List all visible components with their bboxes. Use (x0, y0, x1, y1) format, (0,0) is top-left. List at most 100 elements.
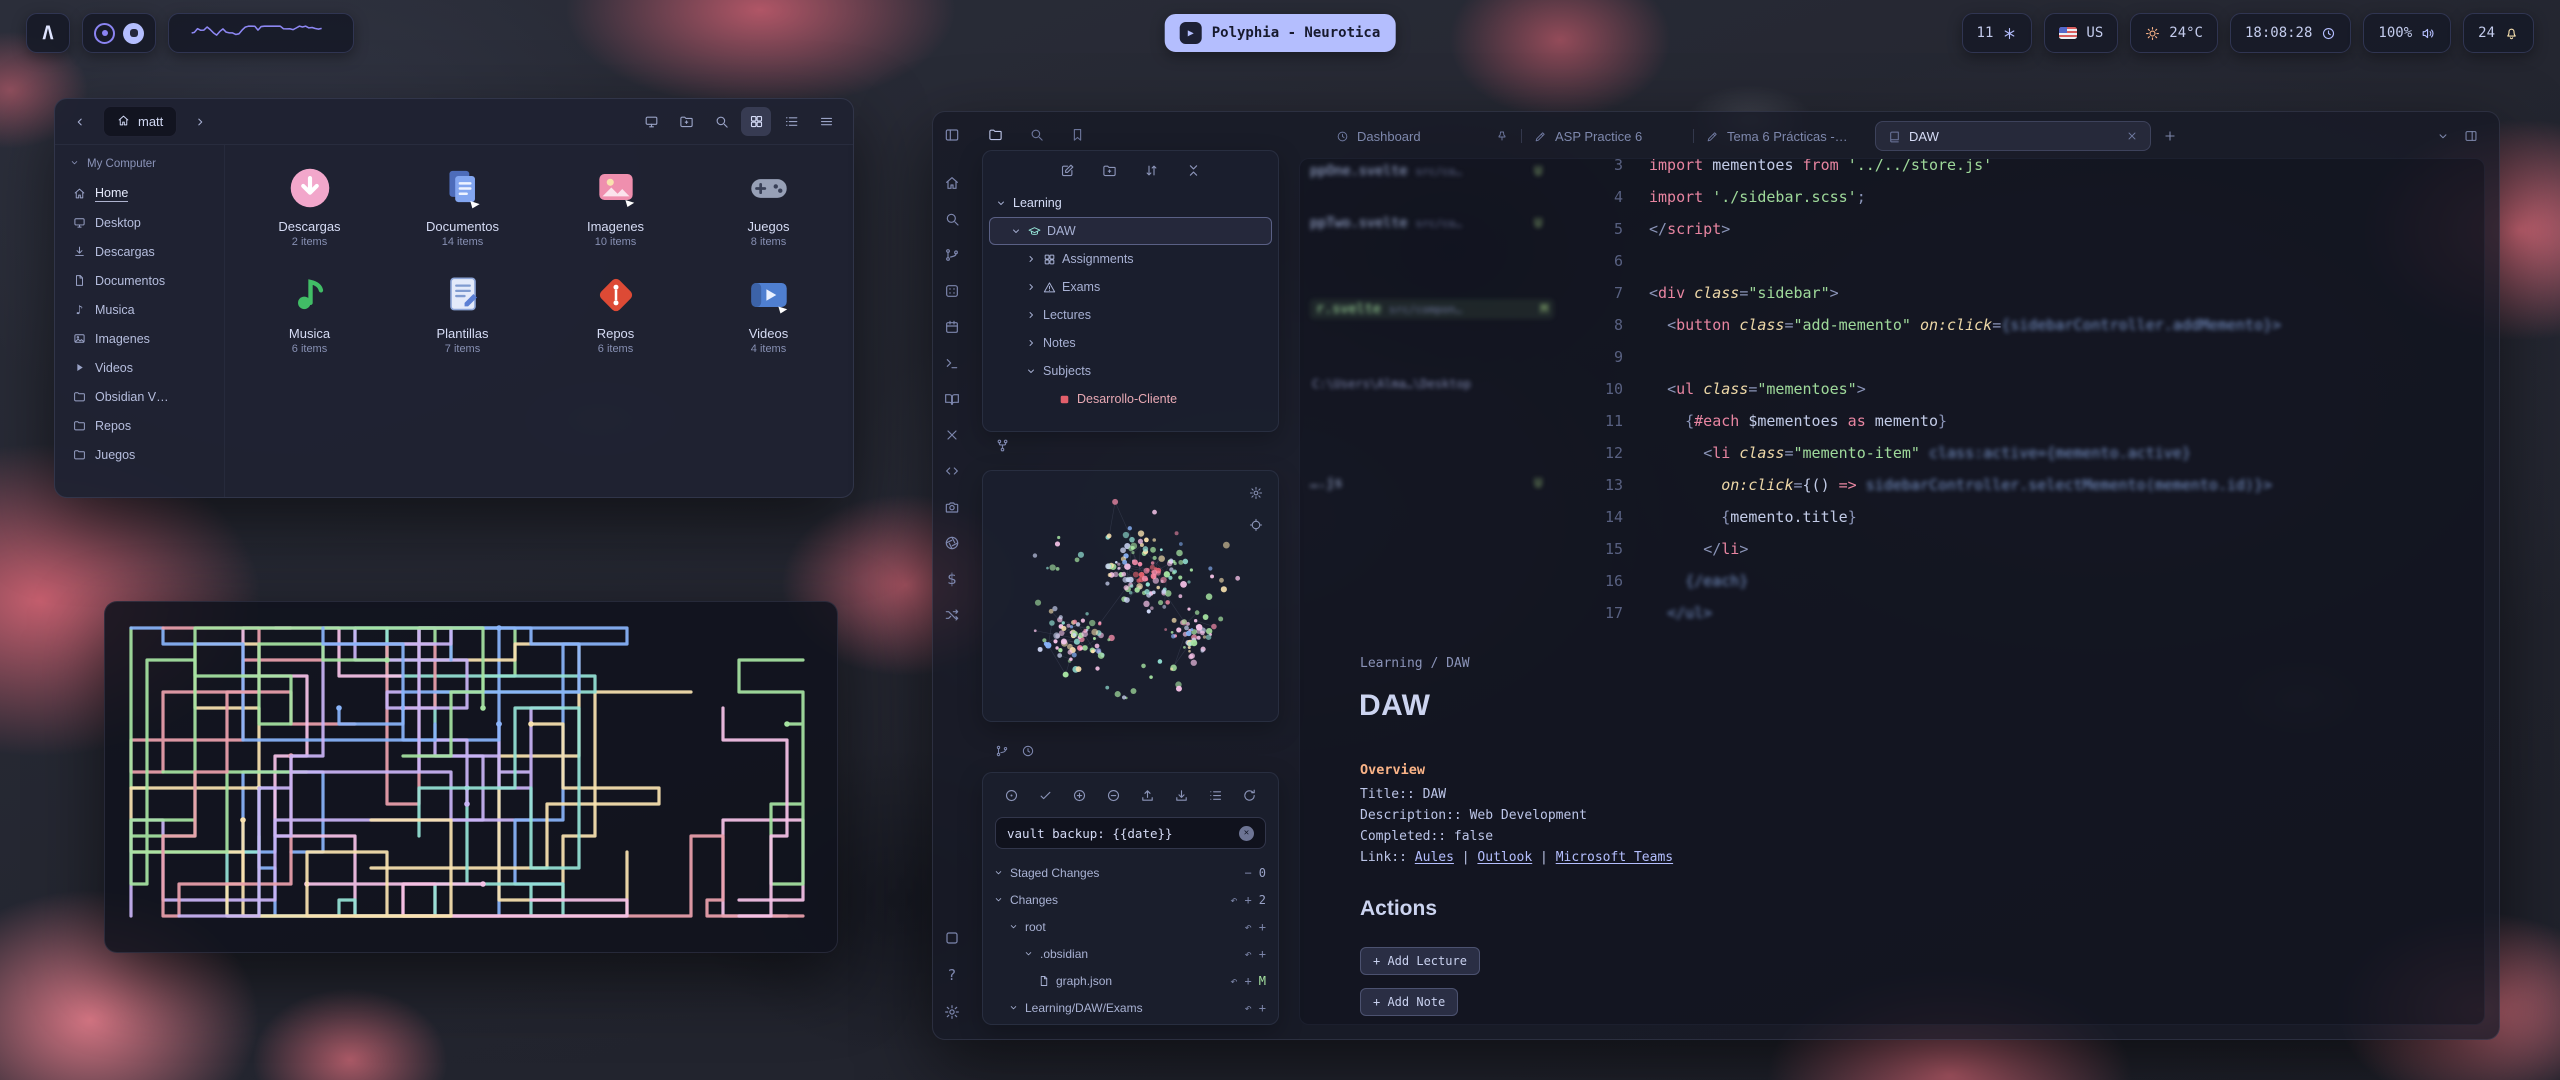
folder-videos[interactable]: Videos4 items (692, 270, 845, 355)
graph-view-canvas[interactable] (983, 471, 1278, 721)
new-folder-button[interactable] (671, 107, 701, 136)
graph-pane-tab[interactable] (995, 438, 1010, 453)
graph-view-panel[interactable] (982, 470, 1279, 722)
link-microsoft-teams[interactable]: Microsoft Teams (1556, 850, 1673, 865)
discard-button[interactable]: ↶ (1245, 920, 1252, 934)
weather-module[interactable]: 24°C (2130, 13, 2218, 53)
ribbon-box-button[interactable] (940, 927, 964, 949)
tab-list-button[interactable] (2429, 122, 2457, 150)
add-note-button[interactable]: + Add Note (1360, 988, 1458, 1016)
stage-button[interactable]: + (1245, 893, 1252, 907)
git-item-learning-daw-exams[interactable]: Learning/DAW/Exams↶+ (983, 994, 1278, 1021)
tab-tema-6-pr-cticas[interactable]: Tema 6 Prácticas -… (1693, 121, 1875, 151)
search-pane-tab[interactable] (1024, 122, 1048, 146)
tree-item-subjects[interactable]: Subjects (989, 357, 1272, 385)
discard-button[interactable]: ↶ (1230, 974, 1237, 988)
folder-musica[interactable]: Musica6 items (233, 270, 386, 355)
ribbon-code-button[interactable] (940, 460, 964, 482)
graph-settings-button[interactable] (1246, 483, 1266, 503)
discard-button[interactable]: ↶ (1245, 1001, 1252, 1015)
git-item-obsidian[interactable]: .obsidian↶+ (983, 940, 1278, 967)
push-button[interactable] (1137, 784, 1159, 806)
workspace-indicators[interactable] (82, 13, 156, 53)
git-fork-icon[interactable] (995, 438, 1010, 453)
sidebar-item-juegos[interactable]: Juegos (67, 440, 214, 469)
stage-button[interactable]: + (1245, 974, 1252, 988)
clock-module[interactable]: 18:08:28 (2230, 13, 2351, 53)
sidebar-item-videos[interactable]: Videos (67, 353, 214, 382)
split-editor-button[interactable] (2457, 122, 2485, 150)
back-button[interactable] (67, 109, 93, 135)
ribbon-aperture-button[interactable] (940, 532, 964, 554)
change-list-button[interactable] (1205, 784, 1227, 806)
keyboard-layout-module[interactable]: US (2044, 13, 2118, 53)
ribbon-shuffle-button[interactable] (940, 604, 964, 626)
tree-item-learning[interactable]: Learning (989, 189, 1272, 217)
sidebar-item-obsidian-v[interactable]: Obsidian V… (67, 382, 214, 411)
sidebar-item-descargas[interactable]: Descargas (67, 237, 214, 266)
stage-all-button[interactable] (1069, 784, 1091, 806)
note-breadcrumb[interactable]: Learning / DAW (1360, 656, 1470, 671)
link-outlook[interactable]: Outlook (1477, 850, 1532, 865)
ribbon-panel-left-button[interactable] (940, 124, 964, 146)
unstage-all-button[interactable] (1103, 784, 1125, 806)
ribbon-dollar-button[interactable]: $ (940, 568, 964, 590)
new-folder-button[interactable] (1099, 159, 1121, 181)
tab-dashboard[interactable]: Dashboard (1323, 121, 1521, 151)
ribbon-book-open-button[interactable] (940, 388, 964, 410)
git-item-graph-json[interactable]: graph.json↶+M (983, 967, 1278, 994)
unstage-all-button[interactable]: − (1245, 866, 1252, 880)
file-manager-titlebar[interactable]: matt (55, 99, 853, 145)
git-item-staged-changes[interactable]: Staged Changes−0 (983, 859, 1278, 886)
stage-button[interactable]: + (1259, 1001, 1266, 1015)
sort-button[interactable] (1141, 159, 1163, 181)
collapse-all-button[interactable] (1183, 159, 1205, 181)
editor-pane[interactable]: 3import mementoes from '../../store.js'4… (1299, 158, 2485, 1025)
bookmark-pane-tab[interactable] (1065, 122, 1089, 146)
ribbon-help-button[interactable]: ? (940, 964, 964, 986)
folder-pane-tab[interactable] (983, 122, 1007, 146)
tree-item-lectures[interactable]: Lectures (989, 301, 1272, 329)
tree-item-exams[interactable]: Exams (989, 273, 1272, 301)
forward-button[interactable] (187, 109, 213, 135)
play-icon[interactable] (1180, 22, 1202, 44)
stage-button[interactable]: + (1259, 947, 1266, 961)
clear-commit-message-icon[interactable] (1239, 826, 1254, 841)
folder-plantillas[interactable]: Plantillas7 items (386, 270, 539, 355)
notifications-module[interactable]: 24 (2463, 13, 2534, 53)
clients-module[interactable]: 11 (1962, 13, 2033, 53)
sidebar-item-repos[interactable]: Repos (67, 411, 214, 440)
sidebar-item-desktop[interactable]: Desktop (67, 208, 214, 237)
ribbon-terminal-button[interactable] (940, 352, 964, 374)
workspace-icon-active[interactable] (94, 23, 115, 44)
discard-button[interactable]: ↶ (1245, 947, 1252, 961)
graph-focus-button[interactable] (1246, 515, 1266, 535)
discard-button[interactable]: ↶ (1230, 893, 1237, 907)
ribbon-dice-button[interactable] (940, 280, 964, 302)
volume-module[interactable]: 100% (2363, 13, 2451, 53)
ribbon-x-button[interactable] (940, 424, 964, 446)
tab-asp-practice-6[interactable]: ASP Practice 6 (1521, 121, 1693, 151)
now-playing-widget[interactable]: Polyphia - Neurotica (1165, 14, 1396, 52)
sidebar-item-documentos[interactable]: Documentos (67, 266, 214, 295)
pull-button[interactable] (1171, 784, 1193, 806)
git-item-root[interactable]: root↶+ (983, 913, 1278, 940)
folder-imagenes[interactable]: Imagenes10 items (539, 163, 692, 248)
list-view-button[interactable] (776, 107, 806, 136)
backup-button[interactable] (1001, 784, 1023, 806)
ribbon-camera-button[interactable] (940, 496, 964, 518)
ribbon-calendar-button[interactable] (940, 316, 964, 338)
workspace-icon[interactable] (123, 23, 144, 44)
tree-item-daw[interactable]: DAW (989, 217, 1272, 245)
refresh-button[interactable] (1239, 784, 1261, 806)
breadcrumb[interactable]: matt (103, 106, 177, 137)
ribbon-home-button[interactable] (940, 172, 964, 194)
search-button[interactable] (706, 107, 736, 136)
add-lecture-button[interactable]: + Add Lecture (1360, 947, 1480, 975)
source-control-pane-tab[interactable] (995, 744, 1035, 758)
git-item-changes[interactable]: Changes↶+2 (983, 886, 1278, 913)
link-aules[interactable]: Aules (1415, 850, 1454, 865)
folder-repos[interactable]: Repos6 items (539, 270, 692, 355)
computer-section-header[interactable]: My Computer (69, 157, 214, 171)
ribbon-gear-button[interactable] (940, 1001, 964, 1023)
